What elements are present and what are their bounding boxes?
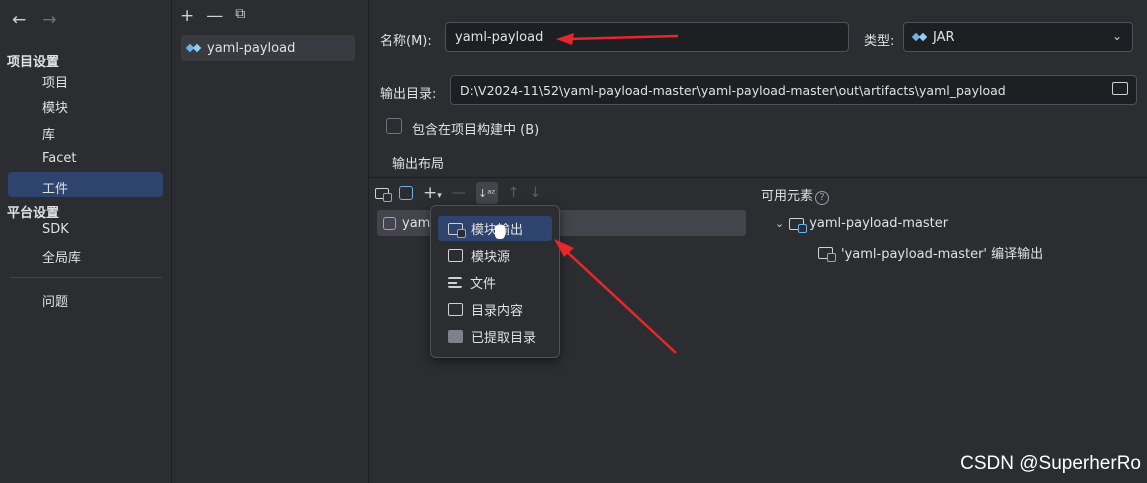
arrow-to-menu	[564, 249, 677, 354]
watermark: CSDN @SuperherRo	[960, 453, 1141, 474]
arrow-head-name	[556, 33, 574, 45]
arrow-to-name	[567, 34, 679, 41]
annotation-arrows	[554, 33, 679, 354]
